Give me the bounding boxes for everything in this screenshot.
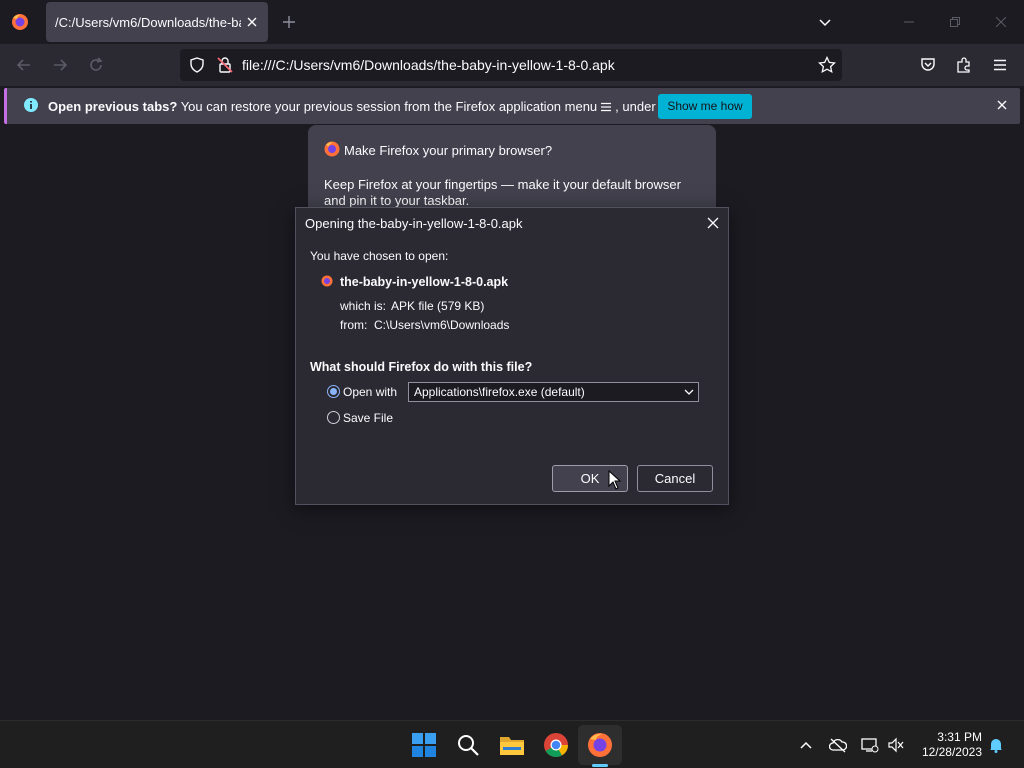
action-question: What should Firefox do with this file? [310, 360, 533, 374]
tab-active[interactable]: /C:/Users/vm6/Downloads/the-baby-in-yell… [46, 2, 268, 42]
maximize-button[interactable] [932, 0, 978, 44]
windows-start-icon[interactable] [411, 732, 437, 758]
firefox-icon[interactable] [587, 732, 613, 758]
prompt-title: Make Firefox your primary browser? [344, 143, 553, 158]
save-file-radio[interactable] [327, 411, 340, 424]
chrome-icon[interactable] [543, 732, 569, 758]
prompt-body: Keep Firefox at your fingertips — make i… [324, 177, 681, 208]
minimize-button[interactable] [886, 0, 932, 44]
back-arrow-icon[interactable] [15, 56, 33, 74]
notification-text-part1: You can restore your previous session fr… [180, 99, 598, 114]
system-clock[interactable]: 3:31 PM 12/28/2023 [906, 730, 982, 760]
shield-icon[interactable] [188, 56, 206, 74]
mouse-cursor-icon [608, 470, 622, 490]
firefox-icon[interactable] [11, 13, 29, 31]
chevron-down-icon[interactable] [817, 14, 833, 30]
url-bar[interactable]: file:///C:/Users/vm6/Downloads/the-baby-… [180, 49, 842, 81]
onedrive-icon[interactable] [829, 737, 847, 753]
hamburger-menu-icon [600, 101, 612, 113]
lock-warning-icon[interactable] [216, 56, 234, 74]
forward-arrow-icon[interactable] [51, 56, 69, 74]
restore-session-notification: Open previous tabs? You can restore your… [4, 88, 1020, 124]
close-icon[interactable] [705, 215, 721, 231]
chevron-down-icon [684, 388, 694, 396]
show-me-how-button[interactable]: Show me how [658, 94, 752, 119]
chosen-label: You have chosen to open: [310, 249, 449, 263]
firefox-icon [324, 141, 340, 157]
tab-strip: /C:/Users/vm6/Downloads/the-baby-in-yell… [0, 0, 1024, 44]
search-icon[interactable] [455, 732, 481, 758]
save-file-label[interactable]: Save File [343, 411, 393, 425]
bookmark-star-icon[interactable] [818, 56, 836, 74]
which-is-label: which is: [340, 299, 387, 313]
dialog-title: Opening the-baby-in-yellow-1-8-0.apk [305, 216, 523, 231]
from-value: C:\Users\vm6\Downloads [374, 318, 510, 332]
application-select-value: Applications\firefox.exe (default) [414, 385, 585, 399]
tab-title: /C:/Users/vm6/Downloads/the-baby-in-yell… [55, 15, 241, 30]
from-label: from: [340, 318, 368, 332]
new-tab-icon[interactable] [281, 14, 297, 30]
notification-bell-icon[interactable] [988, 737, 1004, 753]
open-file-dialog: Opening the-baby-in-yellow-1-8-0.apk You… [295, 207, 729, 505]
hamburger-menu-icon[interactable] [991, 56, 1009, 74]
close-window-button[interactable] [978, 0, 1024, 44]
open-with-radio[interactable] [327, 385, 340, 398]
clock-date: 12/28/2023 [921, 745, 982, 759]
clock-time: 3:31 PM [937, 730, 982, 744]
notification-bold-text: Open previous tabs? [48, 99, 178, 114]
volume-muted-icon[interactable] [887, 737, 904, 753]
notification-text: Open previous tabs? You can restore your… [48, 99, 702, 114]
close-icon[interactable] [995, 98, 1009, 112]
file-type-value: APK file (579 KB) [391, 299, 485, 313]
taskbar: 3:31 PM 12/28/2023 [0, 720, 1024, 768]
chevron-up-icon[interactable] [798, 737, 814, 753]
url-text[interactable]: file:///C:/Users/vm6/Downloads/the-baby-… [242, 57, 615, 73]
active-app-indicator [592, 764, 608, 767]
info-icon [24, 98, 38, 112]
open-with-label[interactable]: Open with [343, 385, 397, 399]
filename: the-baby-in-yellow-1-8-0.apk [340, 275, 509, 289]
extensions-icon[interactable] [955, 56, 973, 74]
file-explorer-icon[interactable] [499, 732, 525, 758]
file-icon [321, 275, 333, 287]
network-icon[interactable] [861, 737, 879, 753]
pocket-icon[interactable] [919, 56, 937, 74]
reload-icon[interactable] [87, 56, 105, 74]
tab-close-icon[interactable] [244, 14, 260, 30]
application-select[interactable]: Applications\firefox.exe (default) [408, 382, 699, 402]
navigation-toolbar: file:///C:/Users/vm6/Downloads/the-baby-… [0, 44, 1024, 86]
cancel-button[interactable]: Cancel [637, 465, 713, 492]
